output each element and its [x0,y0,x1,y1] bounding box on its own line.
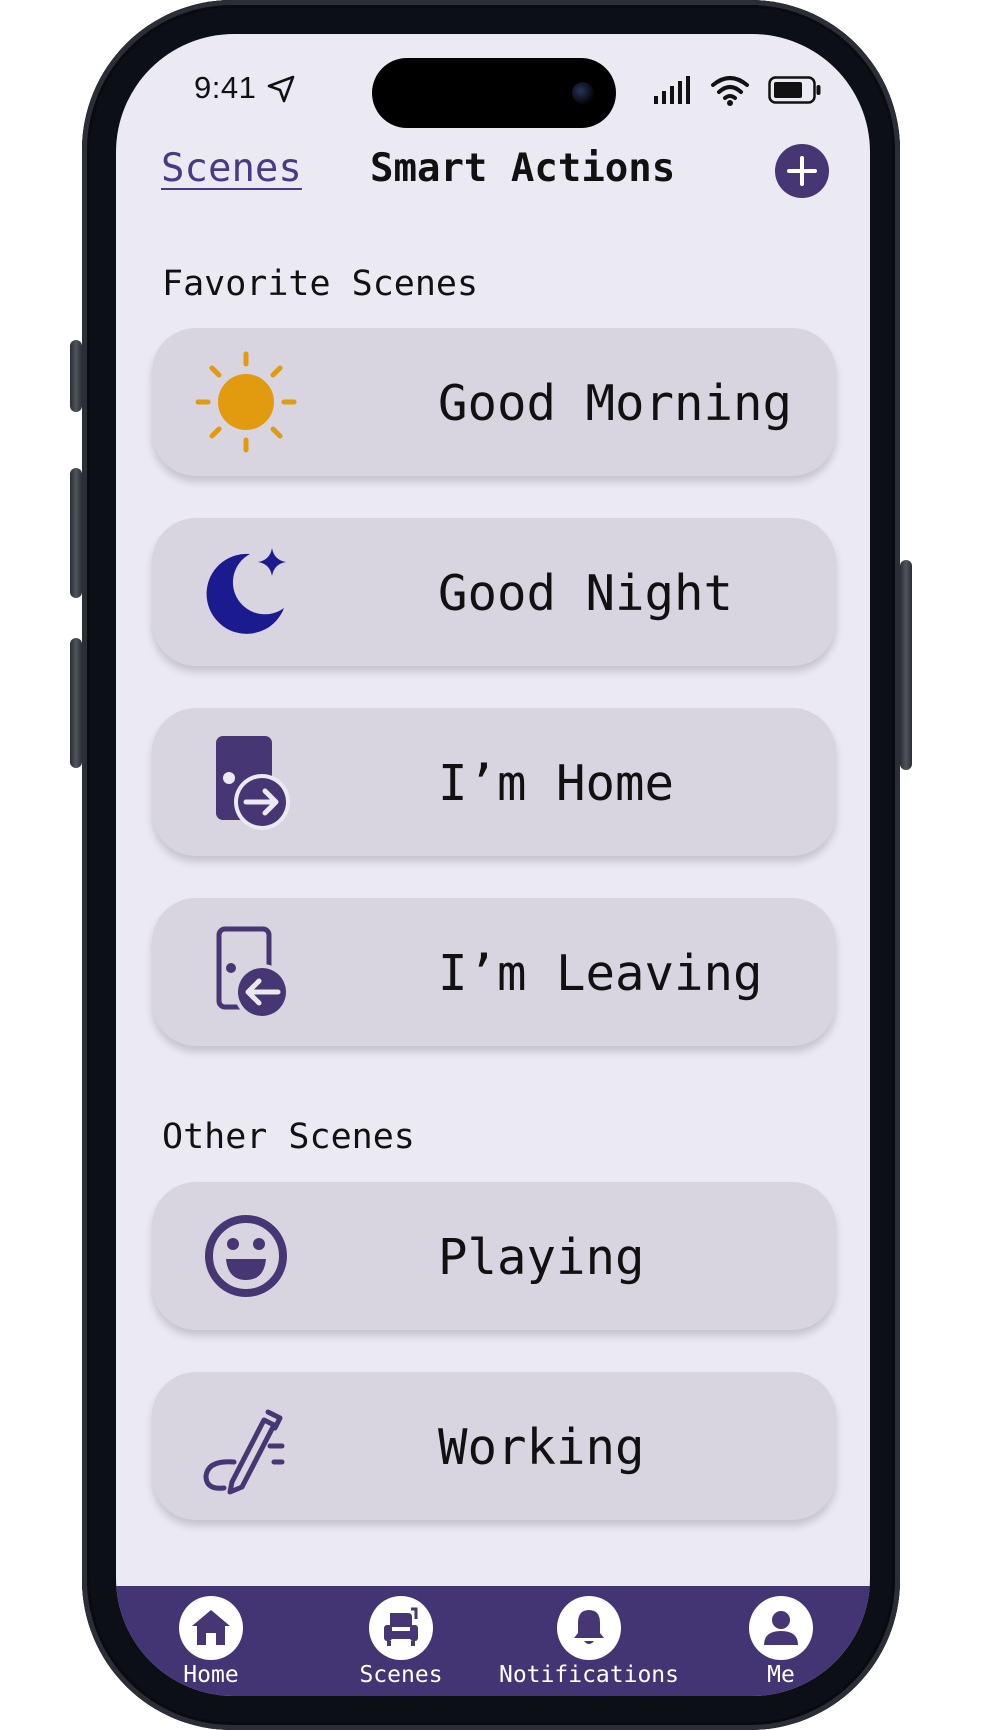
tab-scenes[interactable]: Scenes [161,146,302,191]
house-icon [179,1596,243,1660]
scene-label: Good Night [438,565,734,622]
favorite-scenes-heading: Favorite Scenes [162,264,479,304]
scene-label: Good Morning [438,375,793,432]
pen-signature-icon [194,1394,298,1498]
scene-card-working[interactable]: Working [152,1372,836,1520]
plus-icon [787,156,817,186]
sun-icon [194,350,298,454]
dynamic-island [372,58,616,128]
nav-label: Scenes [359,1662,443,1688]
add-scene-button[interactable] [775,144,829,198]
bottom-nav: Home Scenes Notifications Me [116,1586,870,1696]
tab-smart-actions[interactable]: Smart Actions [370,146,675,191]
nav-item-me[interactable]: Me [686,1586,870,1696]
nav-item-scenes[interactable]: Scenes [306,1586,496,1696]
scene-card-good-morning[interactable]: Good Morning [152,328,836,476]
nav-label: Notifications [498,1662,679,1688]
scene-card-good-night[interactable]: Good Night [152,518,836,666]
person-icon [749,1596,813,1660]
volume-down-button [70,638,82,768]
status-time: 9:41 [194,70,257,105]
smiley-face-icon [194,1204,298,1308]
power-button [900,560,912,770]
action-button [70,340,82,412]
nav-label: Home [183,1662,239,1688]
scene-card-playing[interactable]: Playing [152,1182,836,1330]
door-leave-icon [194,920,298,1024]
other-scenes-heading: Other Scenes [162,1117,415,1157]
camera-icon [572,82,594,104]
armchair-icon [369,1596,433,1660]
scene-label: I’m Home [438,755,675,812]
scene-card-im-home[interactable]: I’m Home [152,708,836,856]
nav-item-home[interactable]: Home [116,1586,306,1696]
cellular-signal-icon [654,76,690,108]
battery-icon [768,76,822,108]
scene-label: Working [438,1419,645,1476]
phone-screen: 9:41 Scenes Smart Actions Favorite Scene… [116,34,870,1696]
bell-icon [557,1596,621,1660]
scene-label: I’m Leaving [438,945,763,1002]
nav-label: Me [767,1662,795,1688]
wifi-icon [710,74,750,110]
volume-up-button [70,468,82,598]
nav-item-notifications[interactable]: Notifications [494,1586,684,1696]
door-enter-icon [194,730,298,834]
scene-label: Playing [438,1229,645,1286]
scene-card-im-leaving[interactable]: I’m Leaving [152,898,836,1046]
moon-star-icon [194,540,298,644]
location-arrow-icon [266,74,296,108]
